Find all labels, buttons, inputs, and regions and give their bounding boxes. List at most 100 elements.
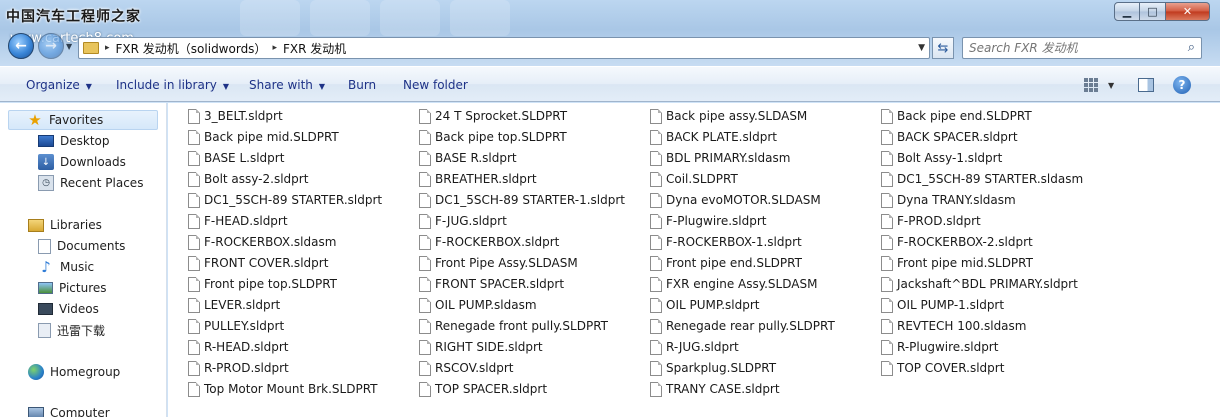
- maximize-button[interactable]: □: [1140, 2, 1166, 21]
- file-item[interactable]: OIL PUMP.sldasm: [419, 295, 537, 315]
- file-item[interactable]: BASE R.sldprt: [419, 148, 517, 168]
- file-item[interactable]: PULLEY.sldprt: [188, 316, 284, 336]
- file-item[interactable]: REVTECH 100.sldasm: [881, 316, 1026, 336]
- nav-label: Pictures: [59, 281, 107, 295]
- file-item[interactable]: Back pipe end.SLDPRT: [881, 106, 1032, 126]
- file-item[interactable]: 3_BELT.sldprt: [188, 106, 283, 126]
- refresh-button[interactable]: ⇆: [932, 37, 954, 59]
- file-item[interactable]: Top Motor Mount Brk.SLDPRT: [188, 379, 377, 399]
- file-name: Bolt Assy-1.sldprt: [897, 151, 1003, 165]
- file-item[interactable]: TRANY CASE.sldprt: [650, 379, 780, 399]
- file-item[interactable]: FXR engine Assy.SLDASM: [650, 274, 817, 294]
- file-item[interactable]: DC1_5SCH-89 STARTER.sldasm: [881, 169, 1083, 189]
- file-item[interactable]: RSCOV.sldprt: [419, 358, 514, 378]
- file-item[interactable]: OIL PUMP.sldprt: [650, 295, 760, 315]
- nav-documents[interactable]: Documents: [38, 236, 125, 256]
- nav-videos[interactable]: Videos: [38, 299, 99, 319]
- burn-button[interactable]: Burn: [348, 78, 376, 92]
- nav-desktop[interactable]: Desktop: [38, 131, 110, 151]
- search-icon[interactable]: ⌕: [1188, 40, 1195, 55]
- nav-libraries[interactable]: Libraries: [28, 215, 102, 235]
- file-item[interactable]: TOP COVER.sldprt: [881, 358, 1004, 378]
- include-in-library-button[interactable]: Include in library ▼: [116, 78, 229, 92]
- file-item[interactable]: BASE L.sldprt: [188, 148, 284, 168]
- file-item[interactable]: RIGHT SIDE.sldprt: [419, 337, 543, 357]
- organize-button[interactable]: Organize ▼: [26, 78, 92, 92]
- file-item[interactable]: Jackshaft^BDL PRIMARY.sldprt: [881, 274, 1078, 294]
- file-icon: [188, 234, 200, 250]
- file-item[interactable]: TOP SPACER.sldprt: [419, 379, 547, 399]
- back-button[interactable]: ←: [8, 33, 34, 59]
- file-item[interactable]: F-ROCKERBOX.sldprt: [419, 232, 559, 252]
- nav-recent-places[interactable]: ◷ Recent Places: [38, 173, 143, 193]
- file-item[interactable]: Dyna TRANY.sldasm: [881, 190, 1016, 210]
- file-item[interactable]: OIL PUMP-1.sldprt: [881, 295, 1004, 315]
- file-item[interactable]: Renegade front pully.SLDPRT: [419, 316, 608, 336]
- file-item[interactable]: BREATHER.sldprt: [419, 169, 537, 189]
- file-item[interactable]: Front pipe end.SLDPRT: [650, 253, 802, 273]
- nav-xunlei-downloads[interactable]: 迅雷下载: [38, 320, 105, 340]
- file-icon: [881, 255, 893, 271]
- file-item[interactable]: F-Plugwire.sldprt: [650, 211, 767, 231]
- file-item[interactable]: 24 T Sprocket.SLDPRT: [419, 106, 567, 126]
- file-item[interactable]: R-JUG.sldprt: [650, 337, 739, 357]
- recent-pages-dropdown-icon[interactable]: ▼: [66, 42, 72, 51]
- file-item[interactable]: Bolt Assy-1.sldprt: [881, 148, 1002, 168]
- file-item[interactable]: BDL PRIMARY.sldasm: [650, 148, 790, 168]
- file-item[interactable]: Back pipe mid.SLDPRT: [188, 127, 339, 147]
- file-item[interactable]: F-ROCKERBOX-1.sldprt: [650, 232, 802, 252]
- nav-homegroup[interactable]: Homegroup: [28, 362, 120, 382]
- change-view-button[interactable]: ▼: [1084, 76, 1114, 94]
- preview-pane-button[interactable]: [1138, 76, 1154, 94]
- file-item[interactable]: DC1_5SCH-89 STARTER.sldprt: [188, 190, 382, 210]
- new-folder-button[interactable]: New folder: [403, 78, 468, 92]
- forward-button[interactable]: →: [38, 33, 64, 59]
- file-item[interactable]: Dyna evoMOTOR.SLDASM: [650, 190, 821, 210]
- search-input[interactable]: [969, 41, 1179, 55]
- nav-pictures[interactable]: Pictures: [38, 278, 107, 298]
- command-bar: Organize ▼ Include in library ▼ Share with…: [0, 66, 1220, 102]
- file-item[interactable]: F-PROD.sldprt: [881, 211, 981, 231]
- nav-music[interactable]: ♪ Music: [38, 257, 94, 277]
- breadcrumb-separator-icon[interactable]: ▸: [272, 43, 277, 53]
- file-item[interactable]: F-HEAD.sldprt: [188, 211, 288, 231]
- nav-downloads[interactable]: ↓ Downloads: [38, 152, 126, 172]
- file-item[interactable]: Renegade rear pully.SLDPRT: [650, 316, 835, 336]
- file-item[interactable]: Front Pipe Assy.SLDASM: [419, 253, 578, 273]
- close-button[interactable]: ✕: [1166, 2, 1210, 21]
- breadcrumb-item[interactable]: FXR 发动机: [283, 40, 346, 57]
- nav-favorites[interactable]: ★ Favorites: [8, 110, 158, 130]
- file-item[interactable]: Coil.SLDPRT: [650, 169, 738, 189]
- search-box[interactable]: ⌕: [962, 37, 1202, 59]
- minimize-button[interactable]: ▁: [1114, 2, 1140, 21]
- file-item[interactable]: Front pipe top.SLDPRT: [188, 274, 337, 294]
- file-item[interactable]: FRONT SPACER.sldprt: [419, 274, 564, 294]
- file-item[interactable]: BACK PLATE.sldprt: [650, 127, 777, 147]
- file-item[interactable]: Back pipe assy.SLDASM: [650, 106, 807, 126]
- address-dropdown-icon[interactable]: ▼: [918, 43, 925, 53]
- file-item[interactable]: F-JUG.sldprt: [419, 211, 507, 231]
- file-item[interactable]: F-ROCKERBOX.sldasm: [188, 232, 336, 252]
- file-item[interactable]: DC1_5SCH-89 STARTER-1.sldprt: [419, 190, 625, 210]
- breadcrumb-item[interactable]: FXR 发动机（solidwords）: [116, 40, 267, 57]
- share-with-button[interactable]: Share with ▼: [249, 78, 325, 92]
- file-item[interactable]: BACK SPACER.sldprt: [881, 127, 1018, 147]
- file-name: LEVER.sldprt: [204, 298, 281, 312]
- file-item[interactable]: Front pipe mid.SLDPRT: [881, 253, 1033, 273]
- file-name: DC1_5SCH-89 STARTER.sldprt: [204, 193, 383, 207]
- file-item[interactable]: Bolt assy-2.sldprt: [188, 169, 308, 189]
- file-item[interactable]: Sparkplug.SLDPRT: [650, 358, 776, 378]
- file-item[interactable]: FRONT COVER.sldprt: [188, 253, 328, 273]
- file-item[interactable]: R-HEAD.sldprt: [188, 337, 289, 357]
- file-item[interactable]: R-PROD.sldprt: [188, 358, 289, 378]
- file-icon: [188, 192, 200, 208]
- file-item[interactable]: LEVER.sldprt: [188, 295, 280, 315]
- help-button[interactable]: ?: [1173, 76, 1191, 94]
- file-item[interactable]: R-Plugwire.sldprt: [881, 337, 998, 357]
- address-bar[interactable]: ▸ FXR 发动机（solidwords） ▸ FXR 发动机 ▼: [78, 37, 930, 59]
- nav-computer[interactable]: Computer: [28, 403, 110, 417]
- file-icon: [881, 192, 893, 208]
- breadcrumb-separator-icon[interactable]: ▸: [105, 43, 110, 53]
- file-item[interactable]: Back pipe top.SLDPRT: [419, 127, 567, 147]
- file-item[interactable]: F-ROCKERBOX-2.sldprt: [881, 232, 1033, 252]
